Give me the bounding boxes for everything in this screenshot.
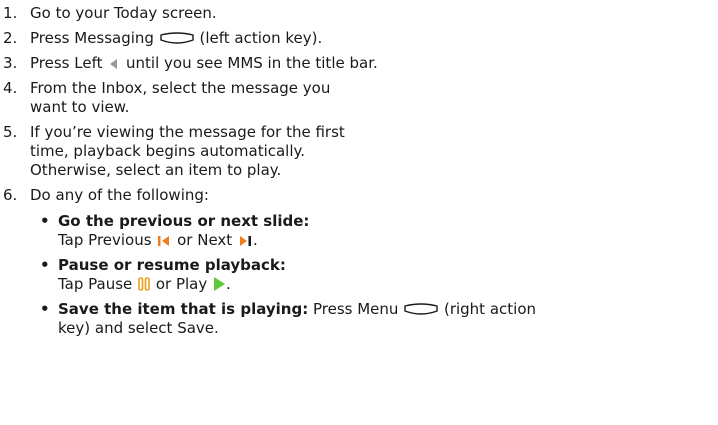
bullet-text: (right action [439, 300, 537, 318]
instructions-document: 1. Go to your Today screen. 2. Press Mes… [0, 0, 718, 425]
bullet-text: . [226, 275, 231, 293]
pause-icon [137, 276, 151, 296]
play-icon [212, 276, 226, 296]
step-text: Press Messaging [30, 29, 154, 47]
bullet-marker: • [40, 212, 50, 230]
left-action-key-icon [159, 32, 195, 50]
bullet-heading: Go the previous or next slide: [58, 212, 310, 230]
bullet-heading: Save the item that is playing: [58, 300, 309, 318]
step-text: Otherwise, select an item to play. [30, 161, 282, 179]
bullet-text: Tap Pause [58, 275, 133, 293]
bullet-text: Tap Previous [58, 231, 152, 249]
bullet-marker: • [40, 256, 50, 274]
step-number: 4. [3, 79, 18, 97]
step-number: 1. [3, 4, 18, 22]
step-text: Go to your Today screen. [30, 4, 217, 22]
bullet-text: key) and select Save. [58, 319, 219, 337]
step-text: time, playback begins automatically. [30, 142, 306, 160]
step-text: If you’re viewing the message for the fi… [30, 123, 345, 141]
left-arrow-icon [107, 57, 121, 75]
bullet-heading: Pause or resume playback: [58, 256, 286, 274]
step-text-suffix: (left action key). [194, 29, 323, 47]
step-number: 6. [3, 186, 18, 204]
step-text-suffix: until you see MMS in the title bar. [121, 54, 378, 72]
step-number: 2. [3, 29, 18, 47]
step-text: want to view. [30, 98, 130, 116]
step-text: From the Inbox, select the message you [30, 79, 331, 97]
step-text: Press Left [30, 54, 103, 72]
step-number: 5. [3, 123, 18, 141]
next-icon [237, 234, 253, 252]
bullet-text: Press Menu [308, 300, 399, 318]
step-text: Do any of the following: [30, 186, 209, 204]
step-number: 3. [3, 54, 18, 72]
bullet-text: or Play [151, 275, 208, 293]
previous-icon [156, 234, 172, 252]
right-action-key-icon [403, 303, 439, 321]
bullet-text: or Next [172, 231, 233, 249]
bullet-text: . [252, 231, 258, 249]
bullet-marker: • [40, 300, 50, 318]
